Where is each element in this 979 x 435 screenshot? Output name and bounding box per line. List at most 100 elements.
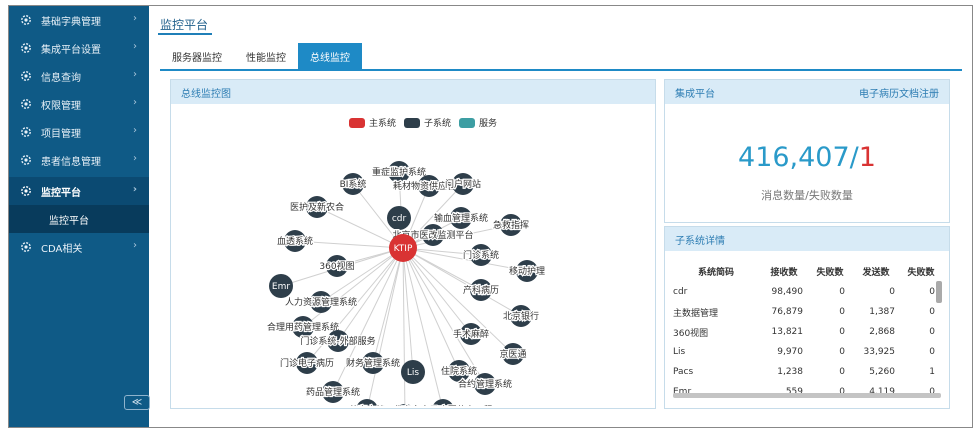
app-window: 基础字典管理 › 集成平台设置 › 信息查询 › 权限管理 › 项目管理 › 患者信息管理 › 监控平台… [8,5,973,428]
table-row[interactable]: Lis 9,970 0 33,925 0 [673,342,941,362]
gear-icon [20,126,32,138]
graph-node[interactable]: 门诊系统 [462,244,500,266]
table-header-row: 系统简码 接收数 失败数 发送数 失败数 [673,261,941,282]
table-cell: 559 [785,387,803,397]
graph-node[interactable]: 人力资源管理系统 [284,291,358,313]
chevron-right-icon: › [133,97,137,108]
subsystem-panel-title: 子系统详情 [665,227,949,251]
col-header-sent[interactable]: 发送数 [851,261,901,282]
table-cell: 0 [839,387,845,397]
graph-node-label: 重症监护系统 [372,166,426,178]
graph-node[interactable]: 门诊电子病历 [279,352,335,374]
table-cell: 0 [929,287,935,297]
table-cell: 0 [839,367,845,377]
graph-node[interactable]: Emr [269,274,293,298]
tab-performance-monitor[interactable]: 性能监控 [234,43,298,69]
sidebar-item-cda[interactable]: CDA相关 › [9,233,149,261]
table-cell: 1 [929,367,935,377]
tab-bus-monitor[interactable]: 总线监控 [298,43,362,69]
graph-node-label: 财务管理系统 [346,357,400,369]
sidebar-subitem-label: 监控平台 [49,215,89,227]
table-cell: 0 [929,327,935,337]
table-row[interactable]: Emr 559 0 4,119 0 [673,382,941,402]
chevron-right-icon: › [133,125,137,136]
graph-node[interactable]: 住院系统 [440,360,478,382]
graph-node[interactable]: 产科病历 [462,279,500,301]
table-cell: Pacs [673,367,694,377]
table-row[interactable]: Pacs 1,238 0 5,260 1 [673,362,941,382]
subsystem-table: 系统简码 接收数 失败数 发送数 失败数 cdr 98,490 0 0 0 主数据管理 76… [673,261,941,402]
sidebar-item-integration-settings[interactable]: 集成平台设置 › [9,34,149,62]
graph-center-label: KTIP [394,244,413,254]
graph-node[interactable]: Lis [401,360,425,384]
bus-graph-panel-title: 总线监控图 [171,80,655,104]
graph-node[interactable]: 财务管理系统 [345,352,401,374]
gear-icon [20,154,32,166]
sidebar-subitem-monitor-platform[interactable]: 监控平台 [9,205,149,233]
graph-node[interactable]: 移动护理 [508,260,546,282]
chevron-right-icon: › [133,13,137,24]
bus-network-graph[interactable]: BI系统重症监护系统耗材物资供应管理门户网站医护及新农合cdr 输血管理系统急救指… [171,106,657,406]
graph-node[interactable]: 输血管理系统 [433,207,489,229]
message-count-caption: 消息数量/失败数量 [761,189,853,202]
sidebar-item-label: 项目管理 [41,128,81,140]
graph-node[interactable]: 重症监护系统 [371,161,427,183]
col-header-receive-failed[interactable]: 失败数 [809,261,851,282]
table-row[interactable]: 主数据管理 76,879 0 1,387 0 [673,302,941,322]
horizontal-scrollbar[interactable] [673,393,941,398]
sidebar-item-label: 患者信息管理 [41,156,101,168]
graph-node-circle [356,399,378,406]
sidebar-item-info-query[interactable]: 信息查询 › [9,62,149,90]
graph-node[interactable]: 血透系统 [276,230,314,252]
table-cell: 13,821 [771,327,804,337]
graph-node-label: 京医通 [499,348,526,360]
sidebar-item-permission[interactable]: 权限管理 › [9,90,149,118]
graph-center-node[interactable]: KTIP [389,234,417,262]
vertical-scrollbar[interactable] [936,281,942,303]
table-row[interactable]: cdr 98,490 0 0 0 [673,282,941,302]
graph-node[interactable]: 360视图 [318,255,356,277]
table-cell: 0 [839,347,845,357]
table-cell: 0 [929,307,935,317]
gear-icon [20,185,32,197]
col-header-code[interactable]: 系统简码 [673,261,759,282]
sidebar-item-label: 监控平台 [41,187,81,199]
col-header-send-failed[interactable]: 失败数 [901,261,941,282]
graph-node-label: 急救指挥 [493,219,529,231]
gear-icon [20,42,32,54]
graph-node[interactable]: BI系统 [338,173,368,195]
sidebar-item-label: 信息查询 [41,72,81,84]
graph-node-label: 合理用药管理系统 [267,321,339,333]
sidebar-item-patient-info[interactable]: 患者信息管理 › [9,146,149,174]
table-cell: 98,490 [771,287,804,297]
page-title-underline [158,33,212,35]
chevron-right-icon: › [133,69,137,80]
graph-node[interactable]: 药品管理系统 [305,381,361,403]
graph-node[interactable]: 京医通 [498,343,528,365]
col-header-received[interactable]: 接收数 [759,261,809,282]
tab-server-monitor[interactable]: 服务器监控 [160,43,234,69]
table-cell: 9,970 [777,347,803,357]
table-cell: 0 [839,307,845,317]
table-cell: 1,387 [869,307,895,317]
table-row[interactable]: 360视图 13,821 0 2,868 0 [673,322,941,342]
graph-node-label: 输血管理系统 [434,212,488,224]
graph-node[interactable]: 共享文档 [348,399,386,406]
graph-node[interactable]: cdr [387,206,411,230]
sidebar-item-label: 集成平台设置 [41,44,101,56]
tab-underline [160,69,962,71]
sidebar-item-basic-dict[interactable]: 基础字典管理 › [9,6,149,34]
collapse-sidebar-button[interactable]: ≪ [124,395,150,410]
graph-node[interactable]: 合理用药管理系统 [266,316,340,338]
sidebar-item-project[interactable]: 项目管理 › [9,118,149,146]
bus-graph-panel: 总线监控图 主系统 子系统 服务 BI系统 重症监护系统 耗材物资供应管理 门户网站医… [170,79,656,409]
graph-node[interactable]: 急救指挥 [492,214,530,236]
graph-node[interactable]: 医护及新农合 [289,196,345,218]
sidebar-item-monitor-platform[interactable]: 监控平台 › [9,177,149,205]
emr-registry-link[interactable]: 电子病历文档注册 [859,85,939,100]
graph-node-label: 手术麻醉 [453,328,489,340]
table-cell: 0 [929,347,935,357]
graph-node-label: 门诊系统-外部服务 [300,335,375,347]
graph-node-label: 门诊电子病历 [280,357,334,369]
graph-node-label: 药品管理系统 [306,386,360,398]
